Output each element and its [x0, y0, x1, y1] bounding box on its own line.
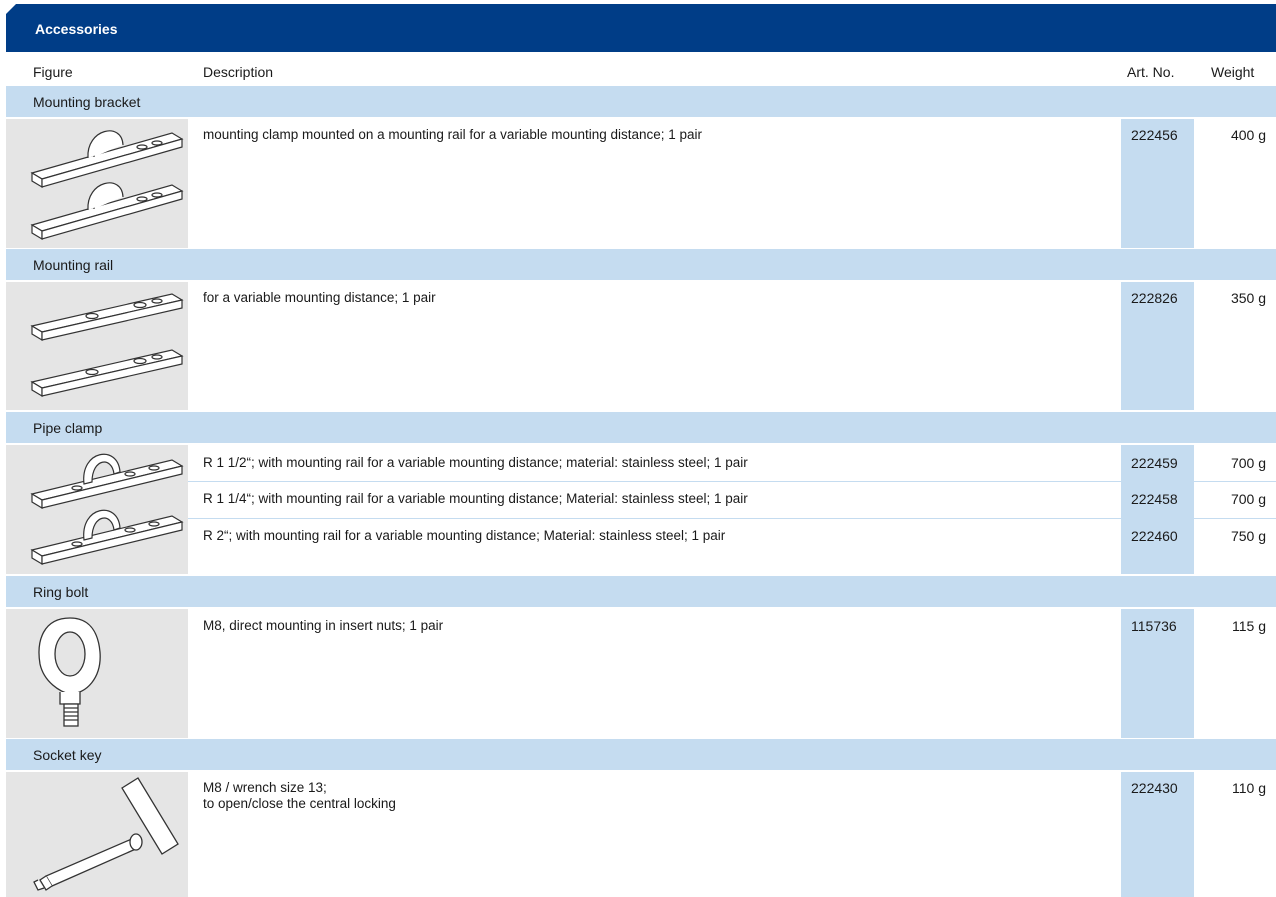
item-description: R 1 1/4“; with mounting rail for a varia…	[203, 491, 748, 506]
item-weight: 350 g	[1230, 290, 1266, 306]
item-weight: 750 g	[1230, 528, 1266, 544]
group-header-mounting-bracket: Mounting bracket	[6, 86, 1276, 117]
group-title: Ring bolt	[33, 584, 89, 600]
item-description: M8, direct mounting in insert nuts; 1 pa…	[203, 618, 444, 633]
column-headers: Figure Description Art. No. Weight	[0, 56, 1276, 86]
item-description: R 1 1/2“; with mounting rail for a varia…	[203, 455, 748, 470]
group-header-ring-bolt: Ring bolt	[6, 576, 1276, 607]
item-art-no: 222458	[1131, 491, 1178, 507]
accessories-banner: Accessories	[6, 4, 1276, 52]
row-divider	[188, 518, 1276, 519]
item-art-no: 222430	[1131, 780, 1178, 796]
item-description: R 2“; with mounting rail for a variable …	[203, 528, 726, 543]
item-weight: 400 g	[1230, 127, 1266, 143]
pipe-clamp-icon	[30, 453, 184, 566]
banner-corner-notch	[6, 4, 16, 14]
column-header-figure: Figure	[33, 64, 73, 80]
group-title: Mounting rail	[33, 257, 114, 273]
column-header-description: Description	[203, 64, 274, 80]
item-art-no: 115736	[1131, 618, 1177, 634]
mounting-rail-icon	[30, 293, 184, 398]
item-weight: 115 g	[1232, 618, 1266, 634]
item-art-no: 222459	[1131, 455, 1178, 471]
group-header-mounting-rail: Mounting rail	[6, 249, 1276, 280]
column-header-weight: Weight	[1211, 64, 1255, 80]
group-header-socket-key: Socket key	[6, 739, 1276, 770]
item-weight: 110 g	[1232, 780, 1266, 796]
item-weight: 700 g	[1230, 455, 1266, 471]
ring-bolt-icon	[38, 617, 101, 727]
item-description: M8 / wrench size 13; to open/close the c…	[203, 780, 396, 812]
item-description-line: M8 / wrench size 13;	[203, 780, 327, 795]
group-title: Pipe clamp	[33, 420, 103, 436]
item-description-line: to open/close the central locking	[203, 796, 396, 811]
item-weight: 700 g	[1230, 491, 1266, 507]
item-art-no: 222826	[1131, 290, 1178, 306]
page-title: Accessories	[35, 21, 118, 37]
row-divider	[188, 481, 1276, 482]
group-header-pipe-clamp: Pipe clamp	[6, 412, 1276, 443]
socket-key-icon	[33, 777, 179, 891]
item-description: mounting clamp mounted on a mounting rai…	[203, 127, 703, 142]
item-art-no: 222460	[1131, 528, 1178, 544]
group-title: Mounting bracket	[33, 94, 141, 110]
mounting-bracket-icon	[30, 130, 184, 241]
column-header-art-no: Art. No.	[1127, 64, 1175, 80]
group-title: Socket key	[33, 747, 102, 763]
item-art-no: 222456	[1131, 127, 1178, 143]
item-description: for a variable mounting distance; 1 pair	[203, 290, 436, 305]
